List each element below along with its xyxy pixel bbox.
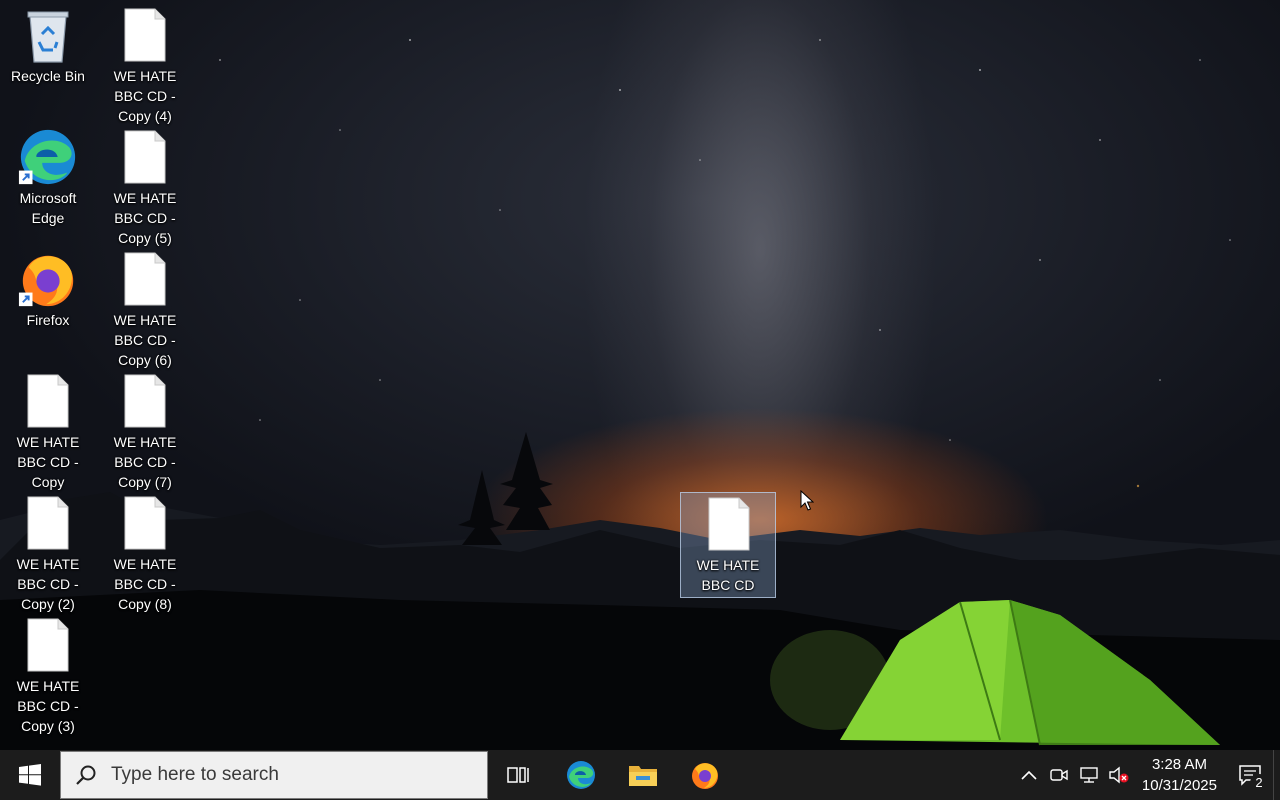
text-file-icon [97, 6, 193, 64]
desktop-icon-label: Microsoft Edge [19, 190, 77, 226]
task-view-icon [507, 767, 529, 783]
taskbar-search-box[interactable]: Type here to search [60, 751, 488, 799]
desktop-icon-label: WE HATE BBC CD - Copy (5) [113, 190, 177, 246]
desktop-icon[interactable]: WE HATE BBC CD - Copy [0, 372, 96, 492]
chevron-up-icon [1021, 770, 1037, 780]
desktop-icon[interactable]: WE HATE BBC CD - Copy (5) [97, 128, 193, 248]
clock-date: 10/31/2025 [1141, 777, 1217, 794]
firefox-icon [692, 763, 718, 789]
network-icon [1080, 767, 1098, 783]
desktop-icon[interactable]: WE HATE BBC CD - Copy (4) [97, 6, 193, 126]
text-file-icon [97, 250, 193, 308]
tray-network-button[interactable] [1074, 750, 1104, 800]
desktop-icon-label: Recycle Bin [11, 68, 85, 84]
action-center-button[interactable]: 2 [1227, 750, 1273, 800]
text-file-icon [0, 372, 96, 430]
taskbar-file-explorer-button[interactable] [612, 750, 674, 800]
text-file-icon [97, 494, 193, 552]
taskbar-clock[interactable]: 3:28 AM 10/31/2025 [1134, 754, 1227, 796]
tray-volume-button[interactable] [1104, 750, 1134, 800]
desktop-icon-label: WE HATE BBC CD - Copy (8) [113, 556, 177, 612]
clock-time: 3:28 AM [1151, 756, 1207, 773]
edge-icon [567, 761, 595, 789]
desktop-icon[interactable]: Firefox [0, 250, 96, 330]
show-hidden-icons-button[interactable] [1014, 750, 1044, 800]
system-tray: 3:28 AM 10/31/2025 2 [1014, 750, 1280, 800]
taskbar-firefox-button[interactable] [674, 750, 736, 800]
firefox-icon [0, 250, 96, 308]
text-file-icon [0, 494, 96, 552]
taskbar-edge-button[interactable] [550, 750, 612, 800]
show-desktop-button[interactable] [1273, 750, 1280, 800]
desktop-icon[interactable]: WE HATE BBC CD - Copy (2) [0, 494, 96, 614]
text-file-icon [97, 372, 193, 430]
desktop-icon[interactable]: Recycle Bin [0, 6, 96, 86]
tray-meet-button[interactable] [1044, 750, 1074, 800]
desktop-icon-label: WE HATE BBC CD - Copy (6) [113, 312, 177, 368]
recycle-bin-icon [0, 6, 96, 64]
desktop-icon-label: WE HATE BBC CD - Copy [16, 434, 80, 490]
notification-count-badge: 2 [1250, 774, 1268, 792]
edge-icon [0, 128, 96, 186]
volume-muted-icon [1109, 766, 1129, 784]
desktop-icon-label: WE HATE BBC CD - Copy (3) [16, 678, 80, 734]
desktop-icon[interactable]: Microsoft Edge [0, 128, 96, 228]
desktop-icon-label: Firefox [26, 312, 70, 328]
windows-logo-icon [19, 764, 41, 786]
search-placeholder: Type here to search [111, 764, 279, 785]
desktop-icon[interactable]: WE HATE BBC CD [680, 492, 776, 598]
desktop-icon-label: WE HATE BBC CD - Copy (7) [113, 434, 177, 490]
mouse-cursor-icon [800, 490, 814, 511]
taskbar: Type here to search 3:28 AM 10/31/2025 2 [0, 750, 1280, 800]
desktop-icon[interactable]: WE HATE BBC CD - Copy (8) [97, 494, 193, 614]
desktop-icon[interactable]: WE HATE BBC CD - Copy (3) [0, 616, 96, 736]
start-button[interactable] [0, 750, 60, 800]
search-icon [61, 764, 111, 786]
desktop-icon-label: WE HATE BBC CD [696, 557, 760, 593]
camera-icon [1050, 769, 1068, 781]
file-explorer-icon [629, 766, 657, 786]
desktop-icon[interactable]: WE HATE BBC CD - Copy (7) [97, 372, 193, 492]
text-file-icon [0, 616, 96, 674]
desktop-icon-label: WE HATE BBC CD - Copy (4) [113, 68, 177, 124]
desktop-icon-label: WE HATE BBC CD - Copy (2) [16, 556, 80, 612]
task-view-button[interactable] [488, 750, 550, 800]
text-file-icon [97, 128, 193, 186]
desktop-icon[interactable]: WE HATE BBC CD - Copy (6) [97, 250, 193, 370]
text-file-icon [681, 495, 777, 553]
